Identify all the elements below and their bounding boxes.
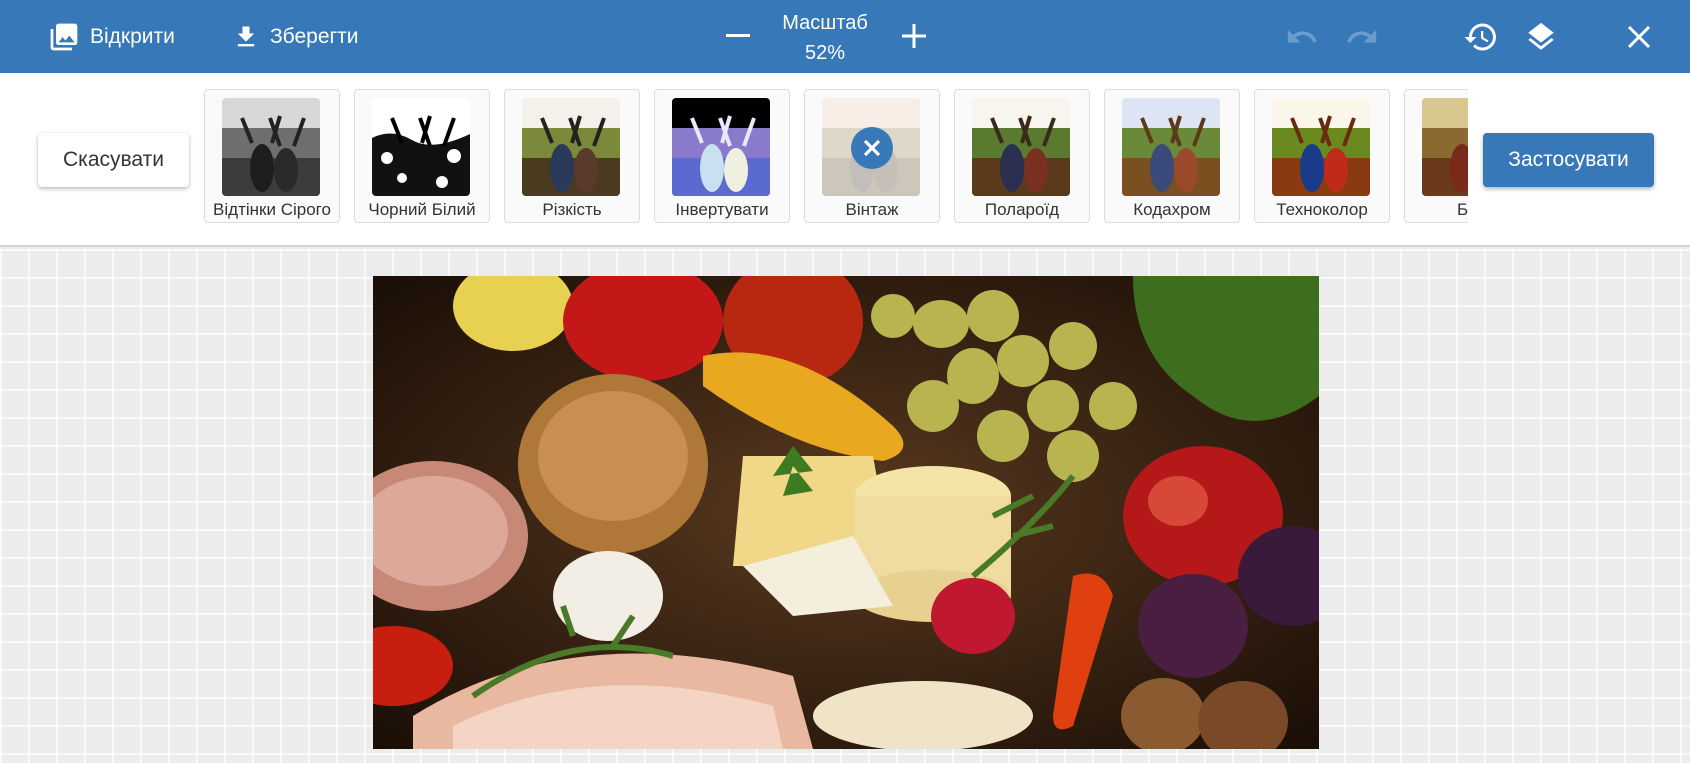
filter-label: Техноколор	[1276, 200, 1368, 219]
minus-icon	[726, 34, 750, 37]
filter-label: Кодахром	[1133, 200, 1211, 219]
cancel-button[interactable]: Скасувати	[38, 133, 189, 187]
filter-brownie[interactable]: Бра	[1404, 89, 1468, 223]
filter-kodachrome[interactable]: Кодахром	[1104, 89, 1240, 223]
history-icon	[1464, 23, 1496, 51]
layers-icon	[1528, 22, 1554, 50]
filter-thumbnail	[222, 98, 320, 196]
close-button[interactable]	[1620, 18, 1658, 56]
open-button[interactable]: Відкрити	[48, 0, 175, 73]
zoom-in-button[interactable]	[896, 18, 932, 54]
image-gallery-icon	[48, 21, 80, 53]
redo-icon	[1347, 29, 1377, 43]
save-button[interactable]: Зберегти	[232, 0, 359, 73]
filter-sharpen[interactable]: Різкість	[504, 89, 640, 223]
zoom-indicator: Масштаб 52%	[770, 8, 880, 68]
filter-thumbnail	[672, 98, 770, 196]
filter-black-white[interactable]: Чорний Білий	[354, 89, 490, 223]
top-toolbar: Відкрити Зберегти Масштаб 52%	[0, 0, 1690, 73]
filter-thumbnail	[1422, 98, 1468, 196]
filter-label: Полароїд	[984, 200, 1060, 219]
filter-technicolor[interactable]: Техноколор	[1254, 89, 1390, 223]
undo-icon	[1287, 29, 1317, 43]
filter-label: Різкість	[542, 200, 602, 219]
filter-label: Чорний Білий	[368, 200, 476, 219]
filter-polaroid[interactable]: Полароїд	[954, 89, 1090, 223]
zoom-value: 52%	[804, 42, 846, 64]
filter-label: Відтінки Сірого	[213, 200, 331, 219]
filter-label: Вінтаж	[845, 200, 899, 219]
filter-grayscale[interactable]: Відтінки Сірого	[204, 89, 340, 223]
edited-image[interactable]	[373, 276, 1319, 749]
save-label: Зберегти	[270, 24, 359, 48]
filter-invert[interactable]: Інвертувати	[654, 89, 790, 223]
apply-button[interactable]: Застосувати	[1483, 133, 1654, 187]
history-button[interactable]	[1462, 18, 1500, 56]
plus-icon	[902, 24, 926, 48]
undo-button[interactable]	[1283, 18, 1321, 56]
layers-button[interactable]	[1522, 18, 1560, 56]
open-label: Відкрити	[90, 24, 175, 48]
filter-thumbnail	[372, 98, 470, 196]
filter-label: Інвертувати	[675, 200, 769, 219]
close-icon	[1627, 25, 1651, 49]
filter-label: Бра	[1456, 200, 1468, 219]
zoom-label: Масштаб	[782, 12, 868, 34]
download-icon	[232, 22, 260, 52]
filter-thumbnail	[1122, 98, 1220, 196]
redo-button[interactable]	[1343, 18, 1381, 56]
zoom-out-button[interactable]	[722, 18, 754, 54]
filter-thumbnail	[1272, 98, 1370, 196]
filter-thumbnail	[972, 98, 1070, 196]
filter-list[interactable]: Відтінки Сірого Чорний Білий Різкість Ін…	[204, 87, 1468, 227]
filter-panel: Скасувати Відтінки Сірого Чорний Білий Р…	[0, 73, 1690, 247]
food-photo	[373, 276, 1319, 749]
filter-thumbnail	[522, 98, 620, 196]
remove-filter-icon[interactable]	[851, 127, 893, 169]
filter-vintage[interactable]: Вінтаж	[804, 89, 940, 223]
